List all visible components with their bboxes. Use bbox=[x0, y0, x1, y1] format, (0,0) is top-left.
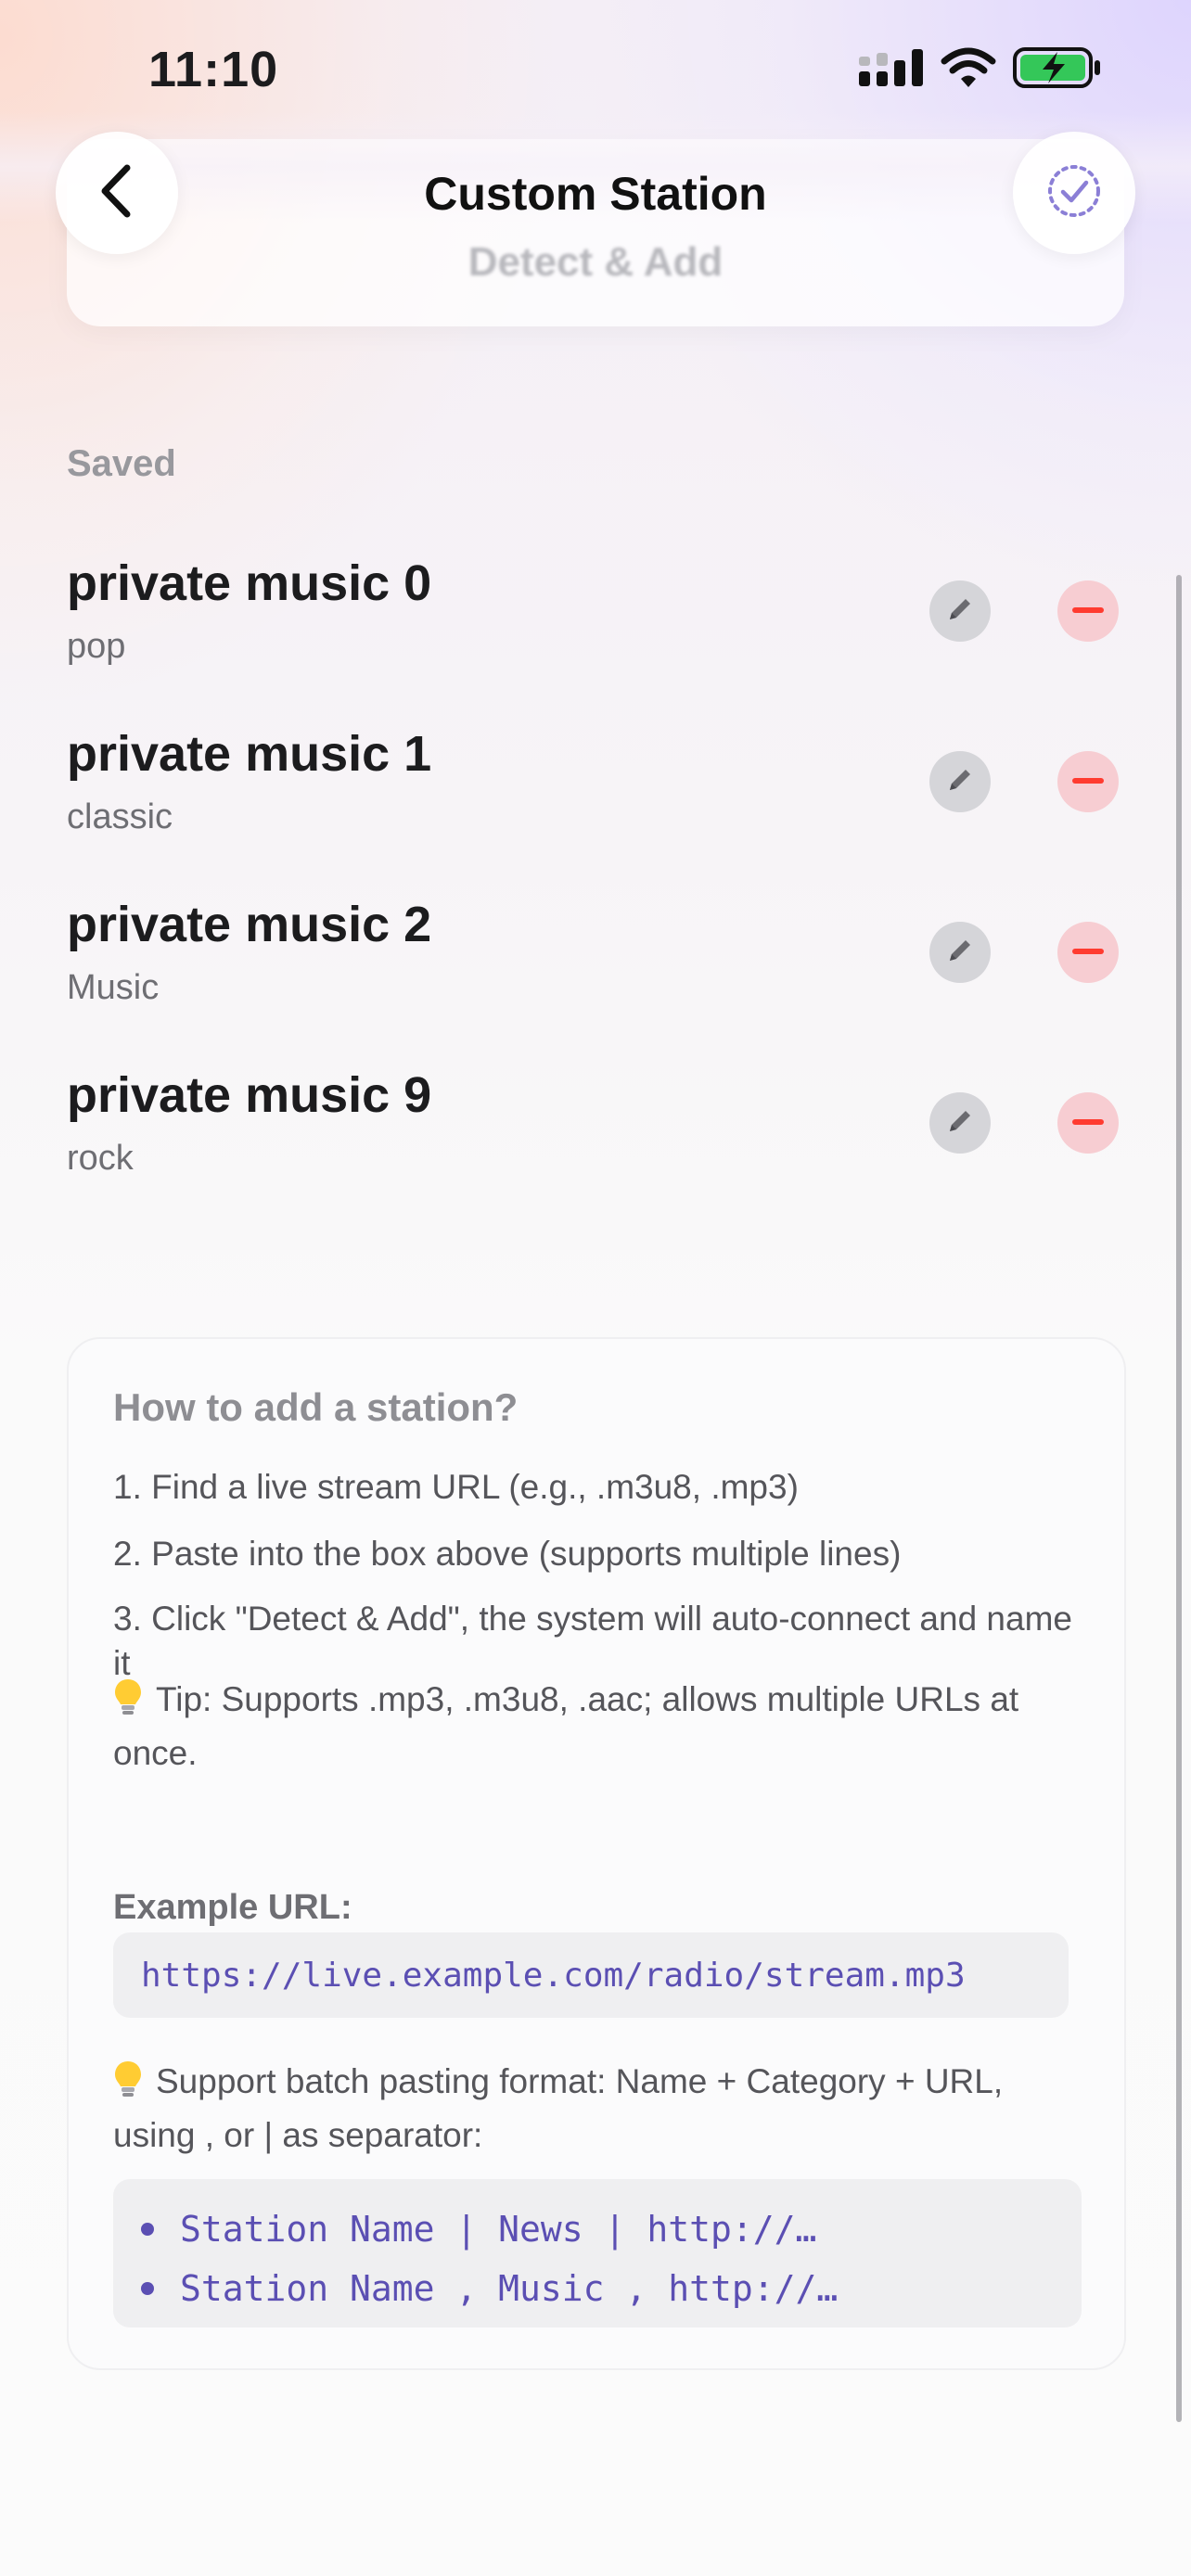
minus-icon bbox=[1072, 773, 1104, 790]
delete-station-button[interactable] bbox=[1057, 1092, 1119, 1154]
delete-station-button[interactable] bbox=[1057, 580, 1119, 642]
bullet-icon bbox=[141, 2282, 154, 2295]
help-step: 2. Paste into the box above (supports mu… bbox=[113, 1535, 902, 1573]
status-icons bbox=[859, 46, 1102, 94]
station-row[interactable]: private music 9 rock bbox=[67, 1059, 1124, 1230]
station-category: rock bbox=[67, 1139, 134, 1178]
bullet-icon bbox=[141, 2223, 154, 2236]
dashed-circle-check-icon bbox=[1044, 161, 1104, 225]
station-category: classic bbox=[67, 797, 173, 836]
status-time: 11:10 bbox=[148, 42, 279, 97]
pencil-icon bbox=[943, 593, 977, 631]
batch-tip-text: Support batch pasting format: Name + Cat… bbox=[113, 2055, 1078, 2162]
station-name: private music 9 bbox=[67, 1067, 432, 1123]
help-card: How to add a station? 1. Find a live str… bbox=[67, 1337, 1126, 2370]
edit-station-button[interactable] bbox=[929, 1092, 991, 1154]
lightbulb-icon bbox=[113, 2055, 143, 2109]
help-step: 1. Find a live stream URL (e.g., .m3u8, … bbox=[113, 1468, 799, 1506]
delete-station-button[interactable] bbox=[1057, 751, 1119, 812]
batch-example-line: Station Name | News | http://… bbox=[141, 2200, 1054, 2259]
batch-format-code: Station Name | News | http://… Station N… bbox=[113, 2179, 1082, 2327]
batch-example-text: Station Name , Music , http://… bbox=[180, 2268, 839, 2309]
lightbulb-icon bbox=[113, 1673, 143, 1727]
detect-add-button-label: Detect & Add bbox=[467, 239, 724, 285]
vertical-scrollbar[interactable] bbox=[1176, 575, 1182, 2422]
saved-section-label: Saved bbox=[67, 443, 176, 484]
station-name: private music 2 bbox=[67, 897, 432, 952]
batch-tip-label: Support batch pasting format: Name + Cat… bbox=[113, 2062, 1004, 2154]
example-url-code: https://live.example.com/radio/stream.mp… bbox=[113, 1932, 1069, 2018]
tip-label: Tip: Supports .mp3, .m3u8, .aac; allows … bbox=[113, 1680, 1019, 1772]
station-category: Music bbox=[67, 968, 160, 1007]
station-category: pop bbox=[67, 627, 126, 666]
minus-icon bbox=[1072, 1115, 1104, 1131]
station-name: private music 0 bbox=[67, 555, 432, 611]
saved-station-list: private music 0 pop private music 1 clas… bbox=[67, 547, 1124, 1230]
edit-station-button[interactable] bbox=[929, 580, 991, 642]
help-title: How to add a station? bbox=[113, 1385, 519, 1429]
station-name: private music 1 bbox=[67, 726, 432, 782]
pencil-icon bbox=[943, 934, 977, 972]
edit-station-button[interactable] bbox=[929, 751, 991, 812]
battery-charging-icon bbox=[1013, 46, 1102, 94]
minus-icon bbox=[1072, 603, 1104, 619]
minus-icon bbox=[1072, 944, 1104, 961]
cellular-signal-icon bbox=[859, 47, 924, 93]
wifi-icon bbox=[941, 46, 996, 94]
pencil-icon bbox=[943, 1104, 977, 1142]
station-row[interactable]: private music 1 classic bbox=[67, 718, 1124, 888]
example-url-label: Example URL: bbox=[113, 1888, 352, 1927]
edit-station-button[interactable] bbox=[929, 922, 991, 983]
station-row[interactable]: private music 0 pop bbox=[67, 547, 1124, 718]
batch-example-text: Station Name | News | http://… bbox=[180, 2209, 817, 2250]
tip-text: Tip: Supports .mp3, .m3u8, .aac; allows … bbox=[113, 1673, 1078, 1780]
delete-station-button[interactable] bbox=[1057, 922, 1119, 983]
pencil-icon bbox=[943, 763, 977, 801]
batch-example-line: Station Name , Music , http://… bbox=[141, 2259, 1054, 2318]
station-row[interactable]: private music 2 Music bbox=[67, 888, 1124, 1059]
confirm-button[interactable] bbox=[1013, 132, 1135, 254]
